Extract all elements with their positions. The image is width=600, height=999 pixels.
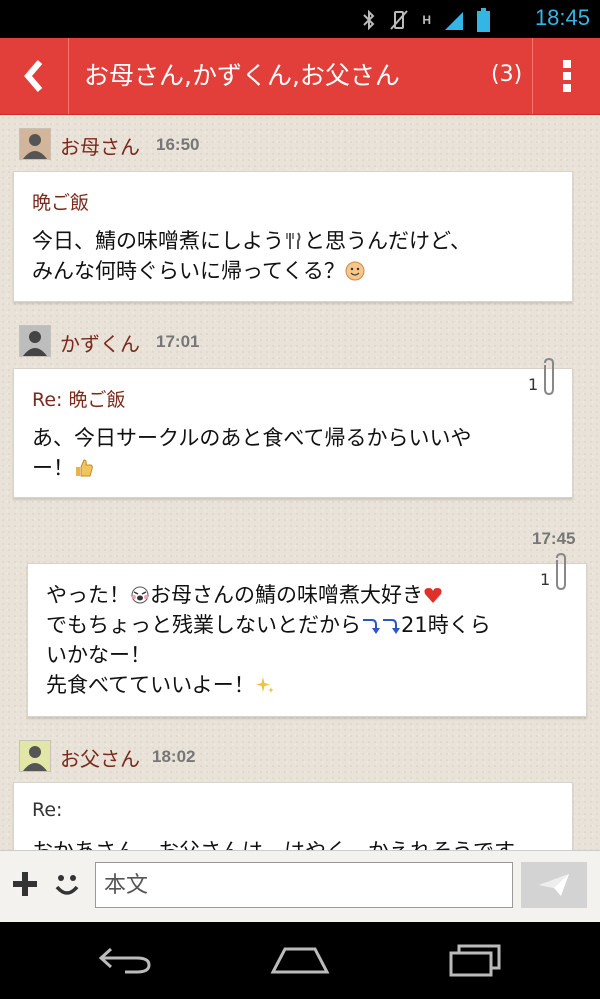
heart-icon: [424, 588, 442, 603]
message-time: 16:50: [156, 135, 200, 154]
message-subject: Re:: [32, 799, 63, 821]
message-body: 今日、鯖の味噌煮にしよう と思うんだけど、 みんな何時ぐらいに帰ってくる？: [32, 229, 471, 283]
arrow-down-icon: [363, 619, 380, 634]
home-icon: [270, 947, 330, 974]
message-bubble[interactable]: Re: おかあさん、お父さんは、はやく、かえれそうです: [13, 782, 573, 850]
message-bubble[interactable]: Re: 晩ご飯 1 あ、今日サークルのあと食べて帰るからいいや ー！: [13, 357, 573, 498]
happy-face-icon: [131, 586, 149, 604]
recent-apps-icon: [449, 944, 501, 977]
fork-knife-icon: [286, 232, 301, 249]
sender-name: かずくん: [60, 332, 140, 356]
sender-name: お父さん: [60, 747, 140, 771]
network-type: H: [422, 13, 431, 27]
person-icon: [23, 746, 47, 771]
message-body: おかあさん、お父さんは、はやく、かえれそうです: [32, 836, 515, 850]
attachment-count: 1: [528, 375, 539, 394]
message-time: 17:01: [156, 332, 200, 351]
message-time: 17:45: [532, 529, 576, 548]
smiley-face-icon: [345, 261, 365, 281]
back-icon: [98, 947, 151, 974]
status-bar: H 18:45: [0, 0, 600, 38]
sparkle-icon: [255, 677, 274, 693]
thumbs-up-icon: [76, 459, 93, 477]
conversation-title: お母さん,かずくん,お父さん: [84, 61, 400, 90]
avatar[interactable]: [19, 740, 51, 772]
paperclip-icon[interactable]: [540, 357, 556, 397]
overflow-menu-icon: [563, 60, 571, 92]
message-subject: Re: 晩ご飯: [32, 389, 126, 411]
app-bar: お母さん,かずくん,お父さん (3): [0, 38, 600, 116]
overflow-menu-button[interactable]: [532, 38, 600, 114]
paperclip-icon[interactable]: [552, 552, 568, 592]
person-icon: [23, 134, 47, 159]
battery-icon: [477, 8, 490, 32]
send-icon: [539, 874, 569, 896]
system-nav-bar: [0, 922, 600, 999]
nav-recent-apps-button[interactable]: [440, 936, 510, 984]
sender-name: お母さん: [60, 135, 140, 159]
message-bubble[interactable]: 晩ご飯 今日、鯖の味噌煮にしよう と思うんだけど、 みんな何時ぐらいに帰ってくる？: [13, 171, 573, 302]
bluetooth-icon: [363, 9, 375, 31]
message-list[interactable]: お母さん 16:50 晩ご飯 今日、鯖の味噌煮にしよう と思うんだけど、 みんな何…: [0, 115, 600, 850]
back-button[interactable]: [0, 38, 69, 114]
vibrate-icon: [390, 10, 409, 30]
message-input[interactable]: [95, 862, 513, 908]
chevron-left-icon: [24, 60, 43, 92]
message-subject: 晩ご飯: [32, 192, 90, 214]
status-time: 18:45: [534, 5, 590, 30]
member-count: (3): [491, 62, 523, 87]
message-bubble[interactable]: 1 やった！ お母さんの鯖の味噌煮大好き でもちょっと残業しないとだから 21時くら…: [27, 552, 587, 717]
arrow-down-icon: [383, 619, 400, 634]
status-icons: H: [362, 8, 490, 32]
avatar[interactable]: [19, 325, 51, 357]
emoji-icon[interactable]: [52, 869, 82, 899]
avatar[interactable]: [19, 128, 51, 160]
attachment-count: 1: [540, 570, 551, 589]
message-body: やった！ お母さんの鯖の味噌煮大好き でもちょっと残業しないとだから 21時くら い…: [46, 583, 491, 697]
message-time: 18:02: [152, 747, 196, 766]
composer-bar: [0, 850, 600, 923]
signal-icon: [445, 12, 463, 30]
nav-back-button[interactable]: [90, 936, 160, 984]
message-body: あ、今日サークルのあと食べて帰るからいいや ー！: [32, 426, 472, 480]
send-button[interactable]: [521, 862, 587, 908]
person-icon: [23, 331, 47, 356]
plus-icon[interactable]: [10, 869, 40, 899]
nav-home-button[interactable]: [265, 936, 335, 984]
